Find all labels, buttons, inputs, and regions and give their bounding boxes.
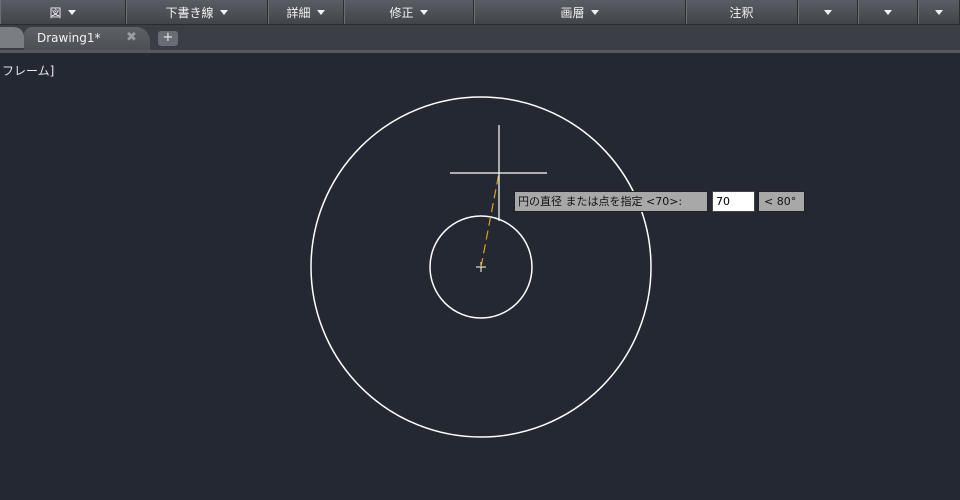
rubber-band-line bbox=[480, 172, 500, 268]
dynamic-input-prompt: 円の直径 または点を指定 <70>: bbox=[514, 191, 708, 212]
drawing-canvas[interactable] bbox=[0, 0, 960, 500]
dynamic-input-value-field[interactable] bbox=[712, 191, 755, 212]
dynamic-input-angle: < 80° bbox=[758, 191, 805, 212]
